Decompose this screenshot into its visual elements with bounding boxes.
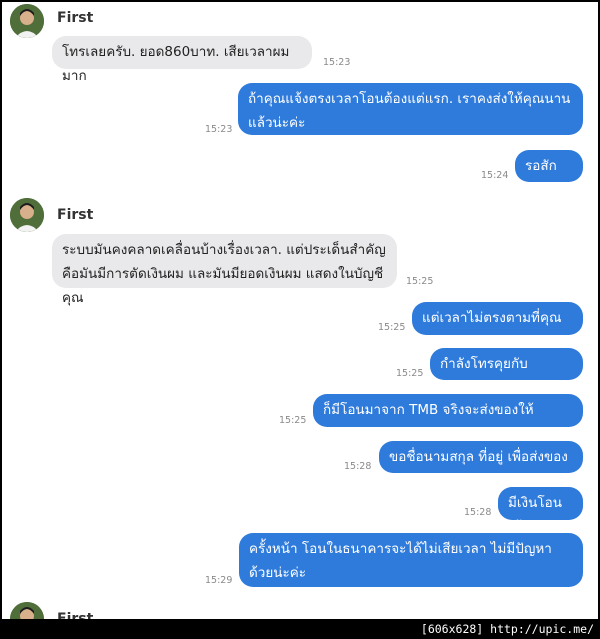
- message-time: 15:25: [406, 276, 434, 287]
- message-bubble-outgoing: ขอชื่อนามสกุล ที่อยู่ เพื่อส่งของค่ะ: [379, 441, 583, 489]
- message-time: 15:24: [481, 170, 509, 181]
- message-time: 15:25: [378, 322, 406, 333]
- message-bubble-incoming: โทรเลยครับ. ยอด860บาท. เสียเวลาผมมาก: [52, 36, 312, 84]
- message-bubble-outgoing: ครั้งหน้า โอนในธนาคารจะได้ไม่เสียเวลา ไม…: [239, 533, 583, 587]
- message-bubble-incoming: ระบบมันคงคลาดเคลื่อนบ้างเรื่องเวลา. แต่ป…: [52, 234, 397, 306]
- sender-avatar[interactable]: [10, 198, 44, 232]
- image-host-footer: [606x628] http://upic.me/: [0, 619, 600, 639]
- screenshot-frame: First โทรเลยครับ. ยอด860บาท. เสียเวลาผมม…: [0, 0, 600, 639]
- message-bubble-outgoing: รอสักครู่: [515, 150, 583, 198]
- message-bubble-outgoing: ถ้าคุณแจ้งตรงเวลาโอนต้องแต่แรก. เราคงส่ง…: [238, 83, 583, 135]
- message-time: 15:29: [205, 575, 233, 586]
- sender-name: First: [57, 611, 94, 619]
- chat-view: First โทรเลยครับ. ยอด860บาท. เสียเวลาผมม…: [2, 2, 598, 619]
- avatar-photo-icon: [10, 4, 44, 38]
- sender-name: First: [57, 10, 94, 26]
- message-bubble-outgoing: ก็มีโอนมาจาก TMB จริงจะส่งของให้แน่นอนค่…: [313, 394, 583, 442]
- sender-avatar[interactable]: [10, 602, 44, 619]
- avatar-photo-icon: [10, 602, 44, 619]
- message-time: 15:23: [205, 124, 233, 135]
- sender-name: First: [57, 207, 94, 223]
- message-bubble-outgoing: มีเงินโอนเข้า: [498, 487, 583, 535]
- message-time: 15:25: [396, 368, 424, 379]
- message-time: 15:28: [464, 507, 492, 518]
- message-bubble-outgoing: กำลังโทรคุยกับพนักงาน: [430, 348, 583, 396]
- message-bubble-outgoing: แต่เวลาไม่ตรงตามที่คุณบอก: [412, 302, 583, 350]
- avatar-photo-icon: [10, 198, 44, 232]
- message-time: 15:25: [279, 415, 307, 426]
- message-time: 15:28: [344, 461, 372, 472]
- footer-text[interactable]: [606x628] http://upic.me/: [421, 619, 594, 639]
- message-time: 15:23: [323, 57, 351, 68]
- sender-avatar[interactable]: [10, 4, 44, 38]
